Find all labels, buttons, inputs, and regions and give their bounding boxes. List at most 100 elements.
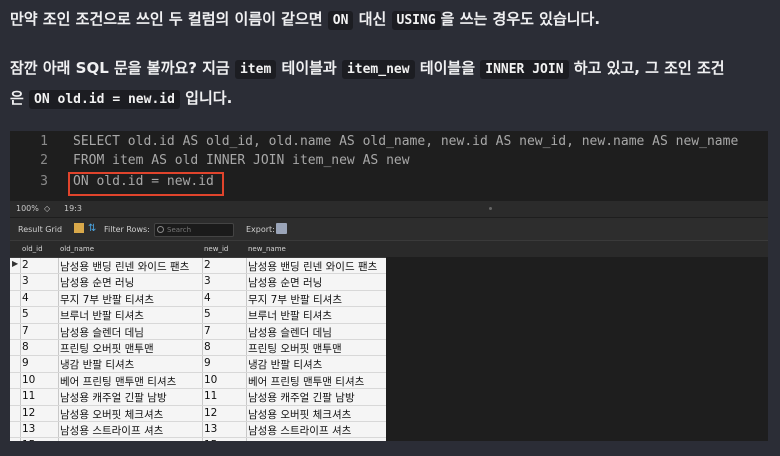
table-cell[interactable]: 12 bbox=[22, 407, 35, 419]
sql-editor[interactable]: 1 SELECT old.id AS old_id, old.name AS o… bbox=[10, 131, 768, 199]
column-separator bbox=[202, 274, 203, 290]
column-separator bbox=[246, 258, 247, 274]
table-cell[interactable]: 남성용 스트라이프 셔츠 bbox=[60, 423, 163, 438]
table-cell[interactable]: 15 bbox=[22, 439, 35, 441]
table-row[interactable]: ▶ 2 남성용 밴딩 린넨 와이드 팬츠 2 남성용 밴딩 린넨 와이드 팬츠 bbox=[10, 258, 386, 275]
table-cell[interactable]: 베어 프린팅 맨투맨 티셔츠 bbox=[248, 374, 364, 389]
table-cell[interactable]: 3 bbox=[204, 275, 211, 287]
table-cell[interactable]: 4 bbox=[204, 292, 211, 304]
inline-code: USING bbox=[391, 11, 441, 30]
table-cell[interactable]: 남성용 오버핏 체크셔츠 bbox=[60, 407, 163, 422]
table-cell[interactable]: 남성용 오버핏 체크셔츠 bbox=[248, 407, 351, 422]
zoom-level[interactable]: 100% bbox=[16, 204, 39, 213]
column-separator bbox=[202, 421, 203, 438]
table-row[interactable]: 4 무지 7부 반팔 티셔츠 4 무지 7부 반팔 티셔츠 bbox=[10, 290, 386, 308]
column-separator bbox=[202, 389, 203, 405]
text: 잠깐 아래 SQL 문을 볼까요? 지금 bbox=[10, 59, 230, 77]
export-icon[interactable] bbox=[276, 223, 287, 234]
table-cell[interactable]: 5 bbox=[204, 308, 211, 320]
inline-code: INNER JOIN bbox=[480, 60, 569, 79]
table-cell[interactable]: 2 bbox=[204, 259, 211, 271]
column-separator bbox=[58, 339, 59, 356]
table-cell[interactable]: 2 bbox=[22, 259, 29, 271]
table-cell[interactable]: 남성용 캐주얼 긴팔 남방 bbox=[60, 390, 167, 405]
column-separator bbox=[246, 438, 247, 441]
table-cell[interactable]: 냉감 반팔 티셔츠 bbox=[60, 357, 134, 372]
table-cell[interactable]: 자수 반팔 티셔츠 bbox=[60, 439, 134, 441]
table-row[interactable]: 11 남성용 캐주얼 긴팔 남방 11 남성용 캐주얼 긴팔 남방 bbox=[10, 389, 386, 406]
table-cell[interactable]: 남성용 밴딩 린넨 와이드 팬츠 bbox=[60, 259, 189, 274]
table-cell[interactable]: 13 bbox=[22, 423, 35, 435]
column-separator bbox=[58, 274, 59, 290]
table-row[interactable]: 10 베어 프린팅 맨투맨 티셔츠 10 베어 프린팅 맨투맨 티셔츠 bbox=[10, 372, 386, 390]
text: 입니다. bbox=[185, 89, 233, 107]
table-cell[interactable]: 프린팅 오버핏 맨투맨 bbox=[248, 341, 342, 356]
column-separator bbox=[202, 372, 203, 389]
table-cell[interactable]: 남성용 순면 러닝 bbox=[248, 275, 322, 290]
table-cell[interactable]: 남성용 슬렌더 데님 bbox=[60, 325, 144, 340]
text: 테이블과 bbox=[281, 59, 337, 77]
table-row[interactable]: 12 남성용 오버핏 체크셔츠 12 남성용 오버핏 체크셔츠 bbox=[10, 405, 386, 422]
table-row[interactable]: 5 브루너 반팔 티셔츠 5 브루너 반팔 티셔츠 bbox=[10, 307, 386, 324]
column-separator bbox=[202, 258, 203, 274]
table-row[interactable]: 3 남성용 순면 러닝 3 남성용 순면 러닝 bbox=[10, 274, 386, 291]
table-cell[interactable]: 8 bbox=[22, 341, 29, 353]
search-input[interactable]: Search bbox=[154, 223, 234, 237]
table-cell[interactable]: 무지 7부 반팔 티셔츠 bbox=[248, 292, 342, 307]
divider-icon: ◇ bbox=[44, 204, 51, 213]
column-header[interactable]: new_name bbox=[248, 245, 286, 253]
table-cell[interactable]: 프린팅 오버핏 맨투맨 bbox=[60, 341, 154, 356]
table-cell[interactable]: 남성용 슬렌더 데님 bbox=[248, 325, 332, 340]
code-text: SELECT old.id AS old_id, old.name AS old… bbox=[73, 134, 739, 149]
column-header[interactable]: new_id bbox=[204, 245, 228, 253]
inline-code: item_new bbox=[341, 60, 415, 79]
paragraph-condition: 은 ON old.id = new.id 입니다. bbox=[10, 87, 233, 109]
table-cell[interactable]: 13 bbox=[204, 423, 217, 435]
result-grid-tab[interactable]: Result Grid bbox=[18, 225, 62, 234]
table-cell[interactable]: 11 bbox=[204, 390, 217, 402]
table-cell[interactable]: 8 bbox=[204, 341, 211, 353]
export-label: Export: bbox=[246, 225, 275, 234]
table-row[interactable]: 13 남성용 스트라이프 셔츠 13 남성용 스트라이프 셔츠 bbox=[10, 421, 386, 439]
column-header[interactable]: old_name bbox=[60, 245, 94, 253]
table-cell[interactable]: 무지 7부 반팔 티셔츠 bbox=[60, 292, 154, 307]
table-cell[interactable]: 남성용 캐주얼 긴팔 남방 bbox=[248, 390, 355, 405]
column-separator bbox=[246, 307, 247, 323]
grid-header: old_id old_name new_id new_name bbox=[10, 241, 768, 258]
column-separator bbox=[202, 438, 203, 441]
table-cell[interactable]: 냉감 반팔 티셔츠 bbox=[248, 357, 322, 372]
table-cell[interactable]: 12 bbox=[204, 407, 217, 419]
inline-code: ON bbox=[327, 11, 354, 30]
column-separator bbox=[58, 258, 59, 274]
table-cell[interactable]: 7 bbox=[204, 325, 211, 337]
table-row[interactable]: 8 프린팅 오버핏 맨투맨 8 프린팅 오버핏 맨투맨 bbox=[10, 339, 386, 357]
table-row[interactable]: 9 냉감 반팔 티셔츠 9 냉감 반팔 티셔츠 bbox=[10, 356, 386, 373]
column-separator bbox=[246, 323, 247, 339]
refresh-icon[interactable]: ⇅ bbox=[88, 223, 96, 234]
table-cell[interactable]: 5 bbox=[22, 308, 29, 320]
column-separator bbox=[20, 290, 21, 307]
table-cell[interactable]: 3 bbox=[22, 275, 29, 287]
table-cell[interactable]: 7 bbox=[22, 325, 29, 337]
table-cell[interactable]: 11 bbox=[22, 390, 35, 402]
table-cell[interactable]: 9 bbox=[22, 357, 29, 369]
column-separator bbox=[58, 421, 59, 438]
table-cell[interactable]: 10 bbox=[22, 374, 35, 386]
table-cell[interactable]: 10 bbox=[204, 374, 217, 386]
table-row[interactable]: 7 남성용 슬렌더 데님 7 남성용 슬렌더 데님 bbox=[10, 323, 386, 340]
table-cell[interactable]: 남성용 밴딩 린넨 와이드 팬츠 bbox=[248, 259, 377, 274]
column-separator bbox=[202, 290, 203, 307]
table-row[interactable]: 15 자수 반팔 티셔츠 15 자수 반팔 티셔츠 bbox=[10, 438, 386, 441]
table-cell[interactable]: 4 bbox=[22, 292, 29, 304]
column-header[interactable]: old_id bbox=[22, 245, 43, 253]
grid-icon[interactable] bbox=[74, 223, 84, 233]
table-cell[interactable]: 9 bbox=[204, 357, 211, 369]
table-cell[interactable]: 남성용 스트라이프 셔츠 bbox=[248, 423, 351, 438]
text: 테이블을 bbox=[419, 59, 476, 77]
table-cell[interactable]: 베어 프린팅 맨투맨 티셔츠 bbox=[60, 374, 176, 389]
table-cell[interactable]: 남성용 순면 러닝 bbox=[60, 275, 134, 290]
table-cell[interactable]: 브루너 반팔 티셔츠 bbox=[248, 308, 332, 323]
table-cell[interactable]: 브루너 반팔 티셔츠 bbox=[60, 308, 144, 323]
table-cell[interactable]: 15 bbox=[204, 439, 217, 441]
table-cell[interactable]: 자수 반팔 티셔츠 bbox=[248, 439, 322, 441]
